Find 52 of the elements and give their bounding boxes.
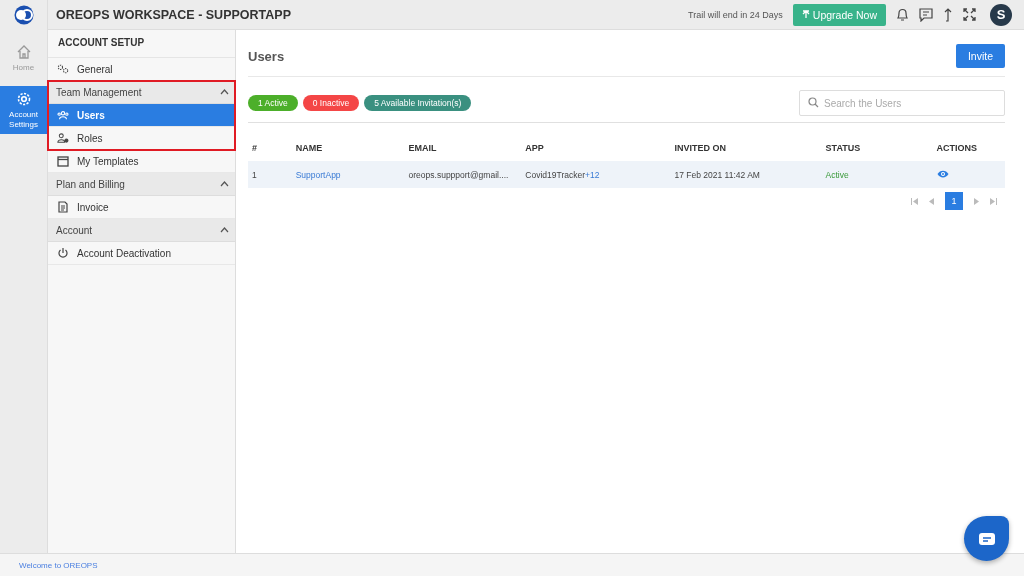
search-icon xyxy=(808,97,819,108)
table-cell: 1 xyxy=(248,161,292,188)
column-header: INVITED ON xyxy=(670,135,822,161)
table-cell: 17 Feb 2021 11:42 AM xyxy=(670,161,822,188)
invite-button[interactable]: Invite xyxy=(955,44,1005,68)
column-header: EMAIL xyxy=(404,135,522,161)
arrow-up-icon[interactable] xyxy=(943,7,953,22)
nav-item[interactable]: Account Settings xyxy=(0,86,47,134)
column-header: APP xyxy=(521,135,671,161)
column-header: NAME xyxy=(291,135,405,161)
view-icon[interactable] xyxy=(936,169,949,178)
chevron-up-icon xyxy=(220,227,229,233)
message-icon[interactable] xyxy=(919,7,933,22)
section-heading: ACCOUNT SETUP xyxy=(48,30,235,58)
document-icon xyxy=(57,201,69,213)
power-icon xyxy=(57,247,69,259)
chat-icon xyxy=(978,532,995,545)
column-header: # xyxy=(248,135,292,161)
calendar-icon xyxy=(57,155,69,167)
group-header[interactable]: Account xyxy=(48,219,235,242)
page-number[interactable]: 1 xyxy=(945,192,963,210)
user-icon xyxy=(57,132,69,144)
footer-text: Welcome to OREOPS xyxy=(19,560,98,570)
trial-notice: Trail will end in 24 Days xyxy=(688,9,783,20)
expand-icon[interactable] xyxy=(963,8,976,21)
status-badge: 5 Available Invitation(s) xyxy=(364,95,472,111)
user-name-link[interactable]: SupportApp xyxy=(295,169,341,180)
column-header: STATUS xyxy=(821,135,933,161)
group-header[interactable]: Plan and Billing xyxy=(48,173,235,196)
user-avatar[interactable]: S xyxy=(990,3,1012,26)
menu-item[interactable]: General xyxy=(48,58,235,81)
upgrade-icon xyxy=(801,10,810,19)
table-cell: Covid19Tracker+12 xyxy=(521,161,671,188)
gears-icon xyxy=(57,63,69,75)
users-icon xyxy=(57,109,69,121)
chevron-up-icon xyxy=(220,181,229,187)
menu-item[interactable]: Users xyxy=(48,104,235,127)
status-cell: Active xyxy=(821,161,933,188)
group-header[interactable]: Team Management xyxy=(48,81,235,104)
status-badge: 0 Inactive xyxy=(302,95,360,111)
column-header: ACTIONS xyxy=(932,135,1005,161)
status-badge: 1 Active xyxy=(248,95,298,111)
gear-icon xyxy=(15,90,32,107)
bell-icon[interactable] xyxy=(896,7,909,22)
search-field[interactable]: Search the Users xyxy=(799,90,1005,116)
table-cell: oreops.suppport@gmail.... xyxy=(404,161,522,188)
menu-item[interactable]: Roles xyxy=(48,127,235,150)
menu-item[interactable]: Account Deactivation xyxy=(48,242,235,265)
workspace-title: OREOPS WORKSPACE - SUPPORTAPP xyxy=(56,7,292,22)
home-icon xyxy=(15,43,32,60)
chevron-up-icon xyxy=(220,89,229,95)
page-title: Users xyxy=(248,48,285,64)
